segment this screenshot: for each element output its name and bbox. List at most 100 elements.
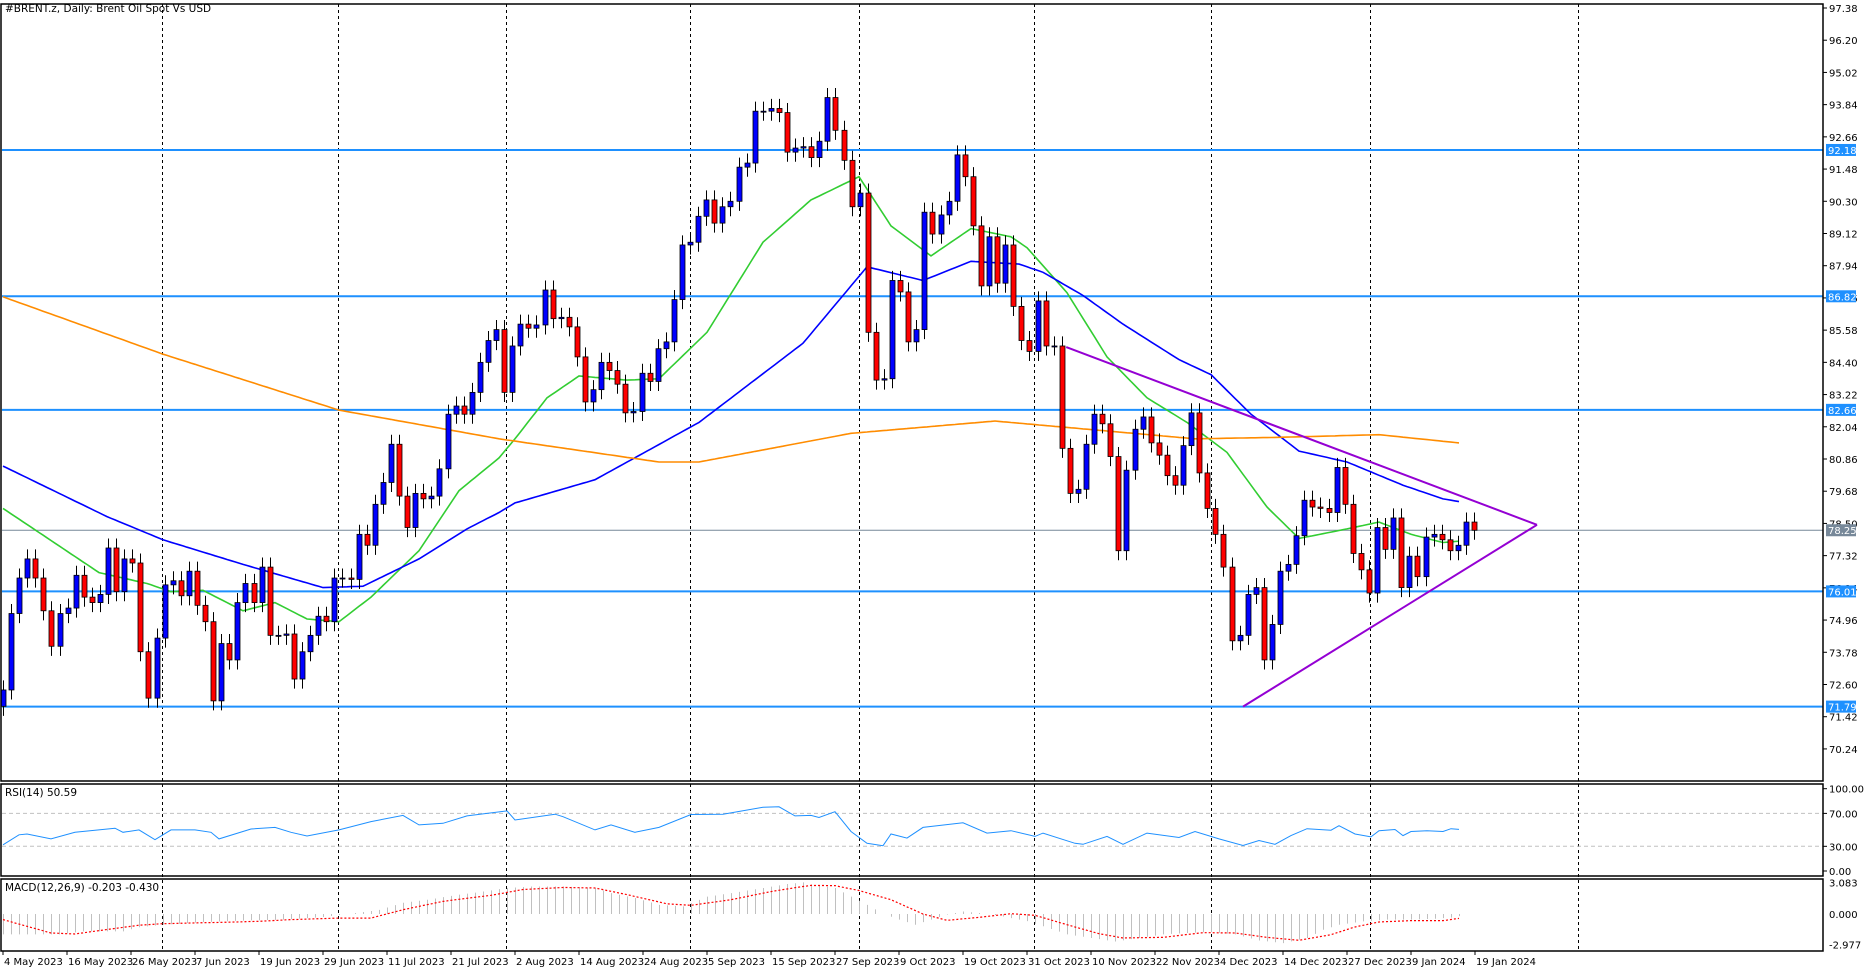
candle: [590, 380, 597, 412]
bearish-candle-body: [1018, 305, 1025, 341]
price-tick-label: 79.68: [1829, 487, 1858, 498]
bearish-candle-body: [525, 323, 532, 329]
bearish-candle-body: [994, 236, 1001, 284]
candle: [736, 157, 743, 211]
date-tick-label: 27 Sep 2023: [836, 957, 899, 968]
bearish-candle-body: [404, 495, 411, 528]
bearish-candle-body: [194, 570, 201, 606]
bullish-candle-body: [1431, 533, 1438, 538]
bullish-candle-body: [986, 236, 993, 287]
candle: [113, 538, 120, 602]
candle: [558, 307, 565, 329]
bullish-candle-body: [1002, 244, 1009, 284]
bullish-candle-body: [736, 166, 743, 202]
rsi-panel: [2, 806, 1823, 847]
price-tick-label: 93.84: [1829, 101, 1858, 112]
candle: [105, 538, 112, 604]
bullish-candle-body: [283, 633, 290, 636]
bullish-candle-body: [1245, 594, 1252, 636]
level-price-label: 82.66: [1828, 406, 1857, 417]
bullish-candle-body: [1083, 443, 1090, 490]
candle: [776, 98, 783, 123]
time-axis[interactable]: 4 May 2023 16 May 202326 May 20237 Jun 20…: [2, 951, 1536, 968]
candle: [994, 227, 1001, 293]
candle: [1180, 436, 1187, 495]
bearish-candle-body: [784, 112, 791, 153]
bearish-candle-body: [574, 326, 581, 358]
macd-tick-label: 0.000: [1829, 910, 1858, 921]
bullish-candle-body: [218, 643, 225, 702]
bullish-candle-body: [671, 299, 678, 343]
bearish-candle-body: [226, 643, 233, 661]
candle: [832, 87, 839, 140]
bearish-candle-body: [1107, 423, 1114, 457]
date-tick-label: 2 Aug 2023: [516, 957, 574, 968]
candle: [436, 459, 443, 506]
bearish-candle-body: [808, 146, 815, 159]
bullish-candle-body: [655, 348, 662, 382]
grid-layer: [162, 4, 1579, 951]
candle: [509, 336, 516, 402]
bearish-candle-body: [1115, 456, 1122, 552]
candle: [630, 401, 637, 423]
bullish-candle-body: [1406, 555, 1413, 588]
candle: [404, 486, 411, 538]
candle: [194, 561, 201, 615]
candle: [267, 557, 274, 645]
bearish-candle-body: [841, 129, 848, 161]
bullish-candle-body: [1423, 536, 1430, 578]
bearish-candle-body: [1439, 533, 1446, 541]
candle: [485, 330, 492, 372]
candle: [1431, 524, 1438, 547]
bearish-candle-body: [929, 211, 936, 235]
bullish-candle-body: [1035, 300, 1042, 352]
candle: [1148, 407, 1155, 453]
level-price-label: 92.18: [1828, 146, 1857, 157]
candle: [1172, 466, 1179, 495]
candle: [954, 145, 961, 211]
candle: [48, 601, 55, 656]
bullish-candle-body: [719, 206, 726, 224]
candle: [978, 216, 985, 296]
date-tick-label: 29 Jun 2023: [324, 957, 384, 968]
price-tick-label: 80.86: [1829, 455, 1858, 466]
candle: [946, 191, 953, 225]
bullish-candle-body: [1051, 345, 1058, 348]
candle: [808, 137, 815, 168]
candle: [921, 202, 928, 340]
date-tick-label: 9 Oct 2023: [900, 957, 955, 968]
bearish-candle-body: [48, 610, 55, 647]
bullish-candle-body: [889, 280, 896, 380]
rsi-tick-label: 30.00: [1829, 842, 1858, 853]
candle: [1447, 530, 1454, 561]
bullish-candle-body: [259, 566, 266, 603]
candle: [469, 382, 476, 424]
candle: [517, 314, 524, 356]
candle: [1398, 508, 1405, 598]
candle: [1115, 446, 1122, 561]
candle: [380, 472, 387, 514]
candle: [606, 352, 613, 381]
bearish-candle-body: [962, 154, 969, 178]
bearish-candle-body: [420, 492, 427, 500]
candle: [865, 183, 872, 342]
price-tick-label: 90.30: [1829, 197, 1858, 208]
bearish-candle-body: [1148, 416, 1155, 444]
bearish-candle-body: [970, 176, 977, 227]
bearish-candle-body: [323, 615, 330, 623]
bearish-candle-body: [1026, 340, 1033, 352]
bearish-candle-body: [81, 574, 88, 598]
date-tick-label: 31 Oct 2023: [1028, 957, 1090, 968]
bearish-candle-body: [550, 289, 557, 320]
bullish-candle-body: [509, 345, 516, 393]
candle: [8, 603, 15, 700]
current-price-label: 78.25: [1828, 526, 1857, 537]
candle: [137, 553, 144, 662]
bearish-candle-body: [113, 547, 120, 593]
candle: [566, 307, 573, 337]
price-axis[interactable]: 97.38 96.20 95.02 93.84 92.66 91.48 90.30 89.12…: [1823, 4, 1864, 951]
price-tick-label: 77.32: [1829, 552, 1858, 563]
bearish-candle-body: [622, 383, 629, 414]
trading-chart[interactable]: 97.38 96.20 95.02 93.84 92.66 91.48 90.30 89.12…: [0, 0, 1866, 972]
candle: [1309, 490, 1316, 517]
